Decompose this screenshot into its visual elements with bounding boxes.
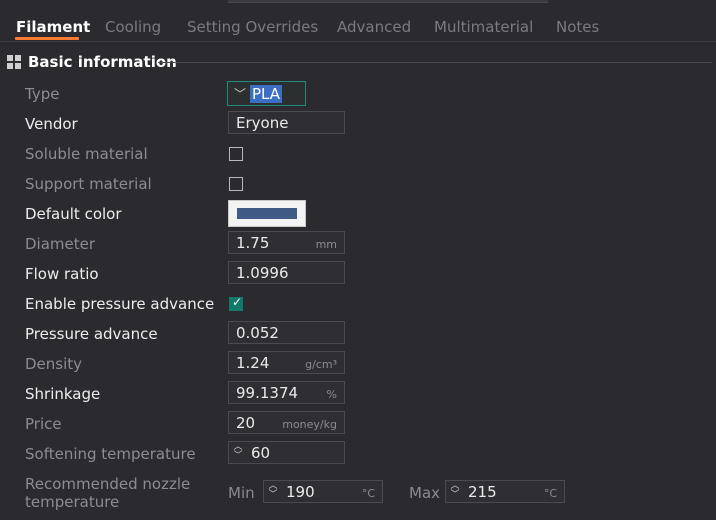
shrinkage-field[interactable]: 99.1374 % xyxy=(228,381,345,404)
nozzle-temperature-label-line2: temperature xyxy=(25,493,120,511)
nozzle-max-spinbox[interactable]: ︿ ﹀ 215 °C xyxy=(445,480,565,503)
active-tab-indicator xyxy=(15,37,79,40)
price-field[interactable]: 20 money/kg xyxy=(228,411,345,434)
diameter-unit: mm xyxy=(315,238,337,251)
flow-ratio-label: Flow ratio xyxy=(25,265,99,283)
spin-arrows-icon[interactable]: ︿ ﹀ xyxy=(232,443,244,461)
support-material-label: Support material xyxy=(25,175,152,193)
chevron-down-icon[interactable]: ﹀ xyxy=(234,85,246,102)
pressure-advance-field[interactable]: 0.052 xyxy=(228,321,345,344)
tab-filament[interactable]: Filament xyxy=(16,18,90,36)
diameter-label: Diameter xyxy=(25,235,96,253)
pressure-advance-label: Pressure advance xyxy=(25,325,158,343)
density-value[interactable]: 1.24 xyxy=(236,354,269,372)
nozzle-max-value[interactable]: 215 xyxy=(468,483,497,501)
tab-multimaterial[interactable]: Multimaterial xyxy=(434,18,533,36)
tab-advanced[interactable]: Advanced xyxy=(337,18,411,36)
density-field[interactable]: 1.24 g/cm³ xyxy=(228,351,345,374)
nozzle-min-value[interactable]: 190 xyxy=(286,483,315,501)
support-material-checkbox[interactable] xyxy=(229,177,243,191)
enable-pressure-advance-label: Enable pressure advance xyxy=(25,295,215,313)
diameter-value[interactable]: 1.75 xyxy=(236,234,269,252)
tab-divider xyxy=(0,41,716,42)
vendor-label: Vendor xyxy=(25,115,78,133)
vendor-field[interactable]: Eryone xyxy=(228,111,345,134)
top-edge-field xyxy=(228,0,548,3)
spin-arrows-icon[interactable]: ︿ ﹀ xyxy=(267,482,279,500)
shrinkage-label: Shrinkage xyxy=(25,385,101,403)
default-color-button[interactable] xyxy=(228,200,306,227)
flow-ratio-value[interactable]: 1.0996 xyxy=(236,264,289,282)
nozzle-max-label: Max xyxy=(409,484,441,502)
shrinkage-unit: % xyxy=(326,388,337,401)
density-label: Density xyxy=(25,355,83,373)
nozzle-min-label: Min xyxy=(228,484,255,502)
section-title: Basic information xyxy=(28,53,177,71)
type-label: Type xyxy=(25,85,60,103)
nozzle-min-spinbox[interactable]: ︿ ﹀ 190 °C xyxy=(263,480,383,503)
nozzle-temperature-label-line1: Recommended nozzle xyxy=(25,475,191,493)
vendor-value[interactable]: Eryone xyxy=(236,114,288,132)
enable-pressure-advance-checkbox[interactable]: ✓ xyxy=(229,295,243,311)
softening-temperature-spinbox[interactable]: ︿ ﹀ 60 xyxy=(228,441,345,464)
softening-temperature-label: Softening temperature xyxy=(25,445,196,463)
tab-setting-overrides[interactable]: Setting Overrides xyxy=(187,18,318,36)
nozzle-min-unit: °C xyxy=(361,487,375,500)
shrinkage-value[interactable]: 99.1374 xyxy=(236,384,298,402)
price-label: Price xyxy=(25,415,62,433)
type-combobox[interactable]: ﹀ PLA xyxy=(227,81,306,106)
grid-icon xyxy=(7,55,21,69)
price-value[interactable]: 20 xyxy=(236,414,255,432)
tab-notes[interactable]: Notes xyxy=(556,18,599,36)
soluble-material-label: Soluble material xyxy=(25,145,148,163)
checkmark-icon: ✓ xyxy=(231,295,243,309)
density-unit: g/cm³ xyxy=(305,358,337,371)
price-unit: money/kg xyxy=(282,418,337,431)
color-swatch xyxy=(237,208,297,219)
flow-ratio-field[interactable]: 1.0996 xyxy=(228,261,345,284)
type-value[interactable]: PLA xyxy=(250,85,283,103)
soluble-material-checkbox[interactable] xyxy=(229,147,243,161)
pressure-advance-value[interactable]: 0.052 xyxy=(236,324,279,342)
default-color-label: Default color xyxy=(25,205,122,223)
tab-bar: Filament Cooling Setting Overrides Advan… xyxy=(0,0,716,40)
nozzle-max-unit: °C xyxy=(543,487,557,500)
spin-arrows-icon[interactable]: ︿ ﹀ xyxy=(449,482,461,500)
softening-temperature-value[interactable]: 60 xyxy=(251,444,270,462)
diameter-field[interactable]: 1.75 mm xyxy=(228,231,345,254)
section-divider xyxy=(158,62,712,63)
tab-cooling[interactable]: Cooling xyxy=(105,18,161,36)
